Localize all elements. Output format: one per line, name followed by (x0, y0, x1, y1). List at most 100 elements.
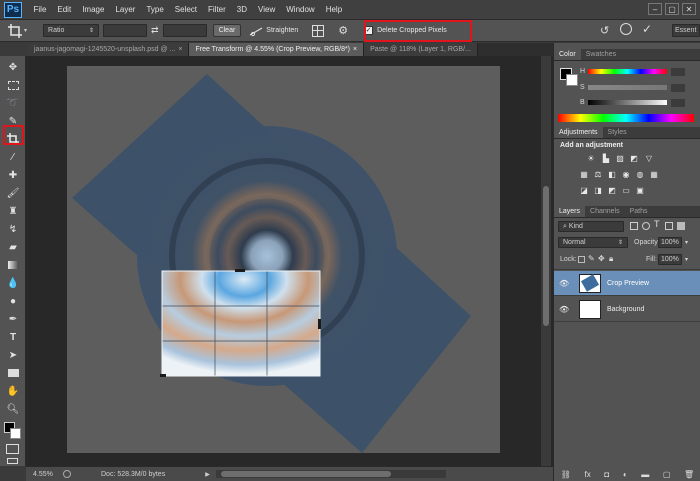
tab-channels[interactable]: Channels (585, 206, 625, 217)
menu-layer[interactable]: Layer (110, 5, 141, 14)
background-color-swatch[interactable] (10, 428, 21, 439)
chevron-down-icon[interactable]: ▾ (685, 256, 688, 263)
new-layer-icon[interactable]: ▢ (663, 470, 671, 479)
eye-visibility-icon[interactable]: 👁︎ (559, 279, 571, 288)
trash-icon[interactable]: 🗑︎ (684, 470, 694, 479)
type-tool-icon[interactable]: T (5, 330, 21, 344)
rectangle-tool-icon[interactable] (5, 366, 21, 380)
lasso-tool-icon[interactable]: ➰ (5, 96, 21, 110)
menu-file[interactable]: File (28, 5, 52, 14)
lock-transparency-icon[interactable] (578, 256, 585, 263)
restore-icon[interactable]: ▢ (665, 3, 679, 15)
h-field[interactable] (671, 67, 685, 76)
commit-crop-icon[interactable]: ✓ (642, 22, 652, 36)
new-group-icon[interactable]: ▬ (641, 470, 649, 479)
close-icon[interactable]: × (178, 46, 182, 53)
zoom-tool-icon[interactable]: 🔍︎ (5, 402, 21, 416)
tab-layers[interactable]: Layers (554, 206, 586, 217)
scrollbar-thumb[interactable] (220, 471, 391, 477)
b-field[interactable] (671, 98, 685, 107)
straighten-icon[interactable] (249, 25, 263, 37)
filter-pixel-icon[interactable] (630, 222, 638, 230)
width-field[interactable] (103, 24, 148, 37)
menu-help[interactable]: Help (320, 5, 347, 14)
fill-field[interactable]: 100% (658, 254, 682, 265)
healing-brush-tool-icon[interactable]: ✚ (5, 168, 21, 182)
levels-icon[interactable]: ▙ (601, 154, 611, 163)
status-arrow-icon[interactable]: ▶ (205, 471, 210, 478)
menu-image[interactable]: Image (77, 5, 110, 14)
menu-filter[interactable]: Filter (203, 5, 232, 14)
clear-button[interactable]: Clear (212, 24, 242, 37)
saturation-slider-row[interactable]: S (580, 83, 685, 92)
screen-mode-icon[interactable] (7, 458, 18, 464)
path-selection-tool-icon[interactable]: ➤ (5, 348, 21, 362)
grid-overlay-icon[interactable] (312, 24, 325, 37)
curves-icon[interactable]: ▨ (615, 154, 625, 163)
pen-tool-icon[interactable]: ✒ (5, 312, 21, 326)
layer-kind-filter[interactable]: ⌕ Kind (558, 221, 624, 232)
color-lookup-icon[interactable]: ▦ (649, 170, 659, 179)
move-tool-icon[interactable]: ✥ (5, 60, 21, 74)
menu-edit[interactable]: Edit (52, 5, 77, 14)
layer-name[interactable]: Crop Preview (607, 280, 649, 287)
menu-view[interactable]: View (253, 5, 281, 14)
filter-shape-icon[interactable] (665, 222, 673, 230)
photo-filter-icon[interactable]: ◉ (621, 170, 631, 179)
layer-mask-icon[interactable]: ◘ (604, 470, 609, 479)
blur-tool-icon[interactable]: 💧 (5, 276, 21, 290)
hand-tool-icon[interactable]: ✋ (5, 384, 21, 398)
lock-position-icon[interactable]: ✥ (598, 254, 605, 263)
brightness-contrast-icon[interactable]: ☀ (586, 154, 596, 163)
cancel-crop-icon[interactable] (620, 23, 632, 35)
selective-color-icon[interactable]: ▣ (635, 186, 645, 195)
tab-document-3[interactable]: Paste @ 118% (Layer 1, RGB/... (364, 43, 478, 56)
marquee-tool-icon[interactable] (5, 78, 21, 92)
gear-icon[interactable]: ⚙ (338, 24, 348, 37)
hue-slider[interactable] (587, 69, 668, 74)
tab-paths[interactable]: Paths (625, 206, 653, 217)
chevron-down-icon[interactable]: ▾ (685, 239, 688, 246)
tab-document-1[interactable]: jaanus-jagomagi-1245520-unsplash.psd @ .… (28, 43, 190, 56)
vertical-scrollbar[interactable] (541, 56, 551, 466)
hue-saturation-icon[interactable]: ▦ (579, 170, 589, 179)
history-brush-tool-icon[interactable]: ↯ (5, 222, 21, 236)
eraser-tool-icon[interactable]: ▰ (5, 240, 21, 254)
workspace-switcher[interactable]: Essent (672, 24, 700, 37)
bg-color-chip[interactable] (566, 74, 578, 86)
layer-row-crop-preview[interactable]: 👁︎ Crop Preview (554, 271, 700, 296)
menu-3d[interactable]: 3D (231, 5, 252, 14)
tab-swatches[interactable]: Swatches (581, 49, 621, 60)
hue-slider-row[interactable]: H (580, 67, 685, 76)
blend-mode-select[interactable]: Normal ⇕ (558, 237, 628, 248)
layer-row-background[interactable]: 👁︎ Background (554, 297, 700, 322)
filter-type-icon[interactable]: T (654, 219, 660, 229)
height-field[interactable] (162, 24, 207, 37)
layer-name[interactable]: Background (607, 306, 644, 313)
tool-preset-arrow-icon[interactable]: ▾ (24, 27, 27, 34)
swap-icon[interactable]: ⇄ (151, 25, 159, 36)
minimize-icon[interactable]: – (648, 3, 662, 15)
ratio-select[interactable]: Ratio ⇕ (43, 24, 100, 37)
layer-style-icon[interactable]: fx (585, 470, 591, 479)
threshold-icon[interactable]: ◩ (607, 186, 617, 195)
vibrance-icon[interactable]: ▽ (644, 154, 654, 163)
menu-window[interactable]: Window (281, 5, 320, 14)
dodge-tool-icon[interactable]: ● (5, 294, 21, 308)
gradient-map-icon[interactable]: ▭ (621, 186, 631, 195)
invert-icon[interactable]: ◪ (579, 186, 589, 195)
brightness-slider-row[interactable]: B (580, 98, 685, 107)
close-icon[interactable]: ✕ (682, 3, 696, 15)
eyedropper-tool-icon[interactable]: ⁄ (5, 150, 21, 164)
horizontal-scrollbar[interactable] (215, 470, 446, 478)
s-field[interactable] (671, 83, 685, 92)
exposure-icon[interactable]: ◩ (629, 154, 639, 163)
tab-document-2[interactable]: Free Transform @ 4.55% (Crop Preview, RG… (189, 43, 365, 56)
zoom-level[interactable]: 4.55% (33, 471, 61, 478)
tab-adjustments[interactable]: Adjustments (554, 127, 603, 138)
link-layers-icon[interactable]: ⛓ (561, 470, 571, 479)
scrollbar-thumb[interactable] (543, 186, 549, 326)
brush-tool-icon[interactable]: 🖌 (5, 186, 21, 200)
black-white-icon[interactable]: ◧ (607, 170, 617, 179)
new-adjustment-layer-icon[interactable]: ◐ (623, 470, 628, 479)
